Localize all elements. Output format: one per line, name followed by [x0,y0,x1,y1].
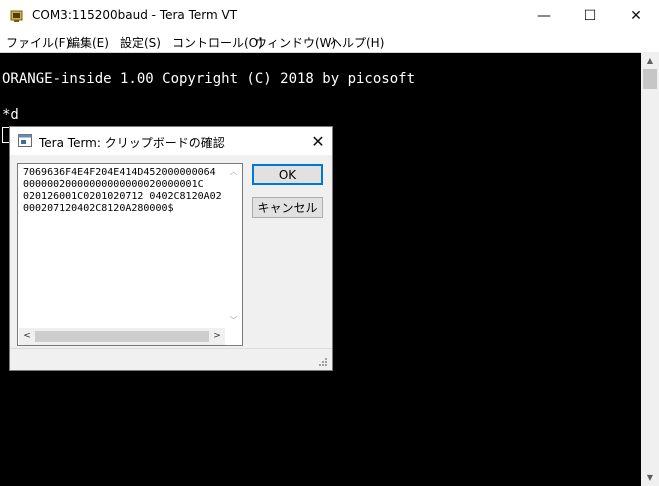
dialog-title: Tera Term: クリップボードの確認 [39,136,225,150]
menu-settings[interactable]: 設定(S) [120,34,161,51]
close-button[interactable]: ✕ [613,0,659,32]
dialog-close-button[interactable]: ✕ [304,127,332,155]
chevron-down-icon[interactable]: ﹀ [225,314,242,328]
cancel-button[interactable]: キャンセル [252,197,323,218]
minimize-button[interactable]: — [521,0,567,32]
tera-term-app-icon [10,10,23,22]
text-vertical-scrollbar[interactable]: ︿ ﹀ [225,165,242,328]
scroll-up-arrow-icon[interactable]: ▲ [641,52,659,69]
minimize-icon: — [537,8,551,24]
clipboard-text-line: 020126001C0201020712 0402C8120A02 [23,191,222,202]
maximize-icon: ☐ [583,8,597,24]
terminal-line-banner: ORANGE-inside 1.00 Copyright (C) 2018 by… [2,71,416,87]
clipboard-confirm-dialog: Tera Term: クリップボードの確認 ✕ 7069636F4E4F204E… [9,126,333,371]
clipboard-text-line: 000207120402C8120A280000$ [23,203,174,214]
chevron-left-icon[interactable]: < [19,328,35,345]
close-icon: ✕ [630,8,642,24]
scroll-thumb[interactable] [643,69,657,89]
ok-button[interactable]: OK [252,164,323,185]
window-titlebar: COM3:115200baud - Tera Term VT — ☐ ✕ [0,0,659,32]
menu-file[interactable]: ファイル(F) [6,34,70,51]
menu-control[interactable]: コントロール(O) [172,34,263,51]
close-icon: ✕ [311,131,325,151]
window-title: COM3:115200baud - Tera Term VT [32,8,238,22]
menu-bar: ファイル(F) 編集(E) 設定(S) コントロール(O) ウィンドウ(W) ヘ… [0,32,659,52]
text-horizontal-scrollbar[interactable]: < > [19,328,225,345]
maximize-button[interactable]: ☐ [567,0,613,32]
scroll-down-arrow-icon[interactable]: ▼ [641,469,659,486]
terminal-line-command: *d [2,107,19,123]
chevron-up-icon[interactable]: ︿ [225,165,242,179]
clipboard-text-line: 7069636F4E4F204E414D452000000064 [23,167,216,178]
clipboard-text-area[interactable]: 7069636F4E4F204E414D452000000064 0000002… [17,163,243,346]
menu-help[interactable]: ヘルプ(H) [330,34,384,51]
terminal-vertical-scrollbar[interactable]: ▲ ▼ [641,52,659,486]
resize-grip-icon[interactable] [318,357,328,367]
menu-edit[interactable]: 編集(E) [68,34,109,51]
chevron-right-icon[interactable]: > [209,328,225,345]
dialog-divider [10,348,332,349]
clipboard-text: 7069636F4E4F204E414D452000000064 0000002… [23,167,223,215]
dialog-titlebar: Tera Term: クリップボードの確認 ✕ [10,127,332,155]
dialog-window-icon [18,134,32,147]
horizontal-scroll-thumb[interactable] [35,331,209,342]
clipboard-text-line: 00000020000000000000020000001C [23,179,204,190]
menu-window[interactable]: ウィンドウ(W) [255,34,336,51]
